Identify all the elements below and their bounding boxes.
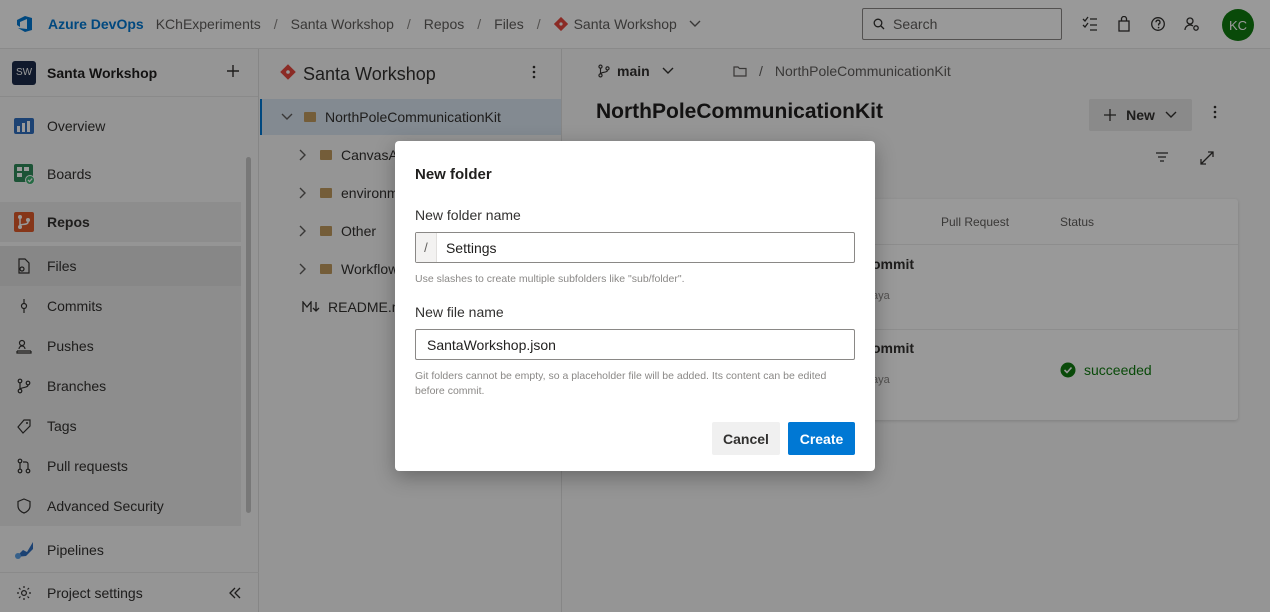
folder-name-field[interactable]: /	[415, 232, 855, 263]
new-folder-dialog: New folder New folder name / Use slashes…	[395, 141, 875, 471]
folder-name-label: New folder name	[415, 207, 521, 223]
dialog-title: New folder	[415, 166, 492, 183]
cancel-button[interactable]: Cancel	[712, 422, 780, 455]
create-button[interactable]: Create	[788, 422, 855, 455]
folder-name-hint: Use slashes to create multiple subfolder…	[415, 273, 685, 285]
file-name-field[interactable]	[415, 329, 855, 360]
file-name-label: New file name	[415, 304, 504, 320]
folder-path-prefix: /	[416, 233, 437, 262]
file-name-input[interactable]	[416, 330, 854, 359]
folder-name-input[interactable]	[436, 233, 854, 262]
file-name-hint: Git folders cannot be empty, so a placeh…	[415, 370, 827, 397]
